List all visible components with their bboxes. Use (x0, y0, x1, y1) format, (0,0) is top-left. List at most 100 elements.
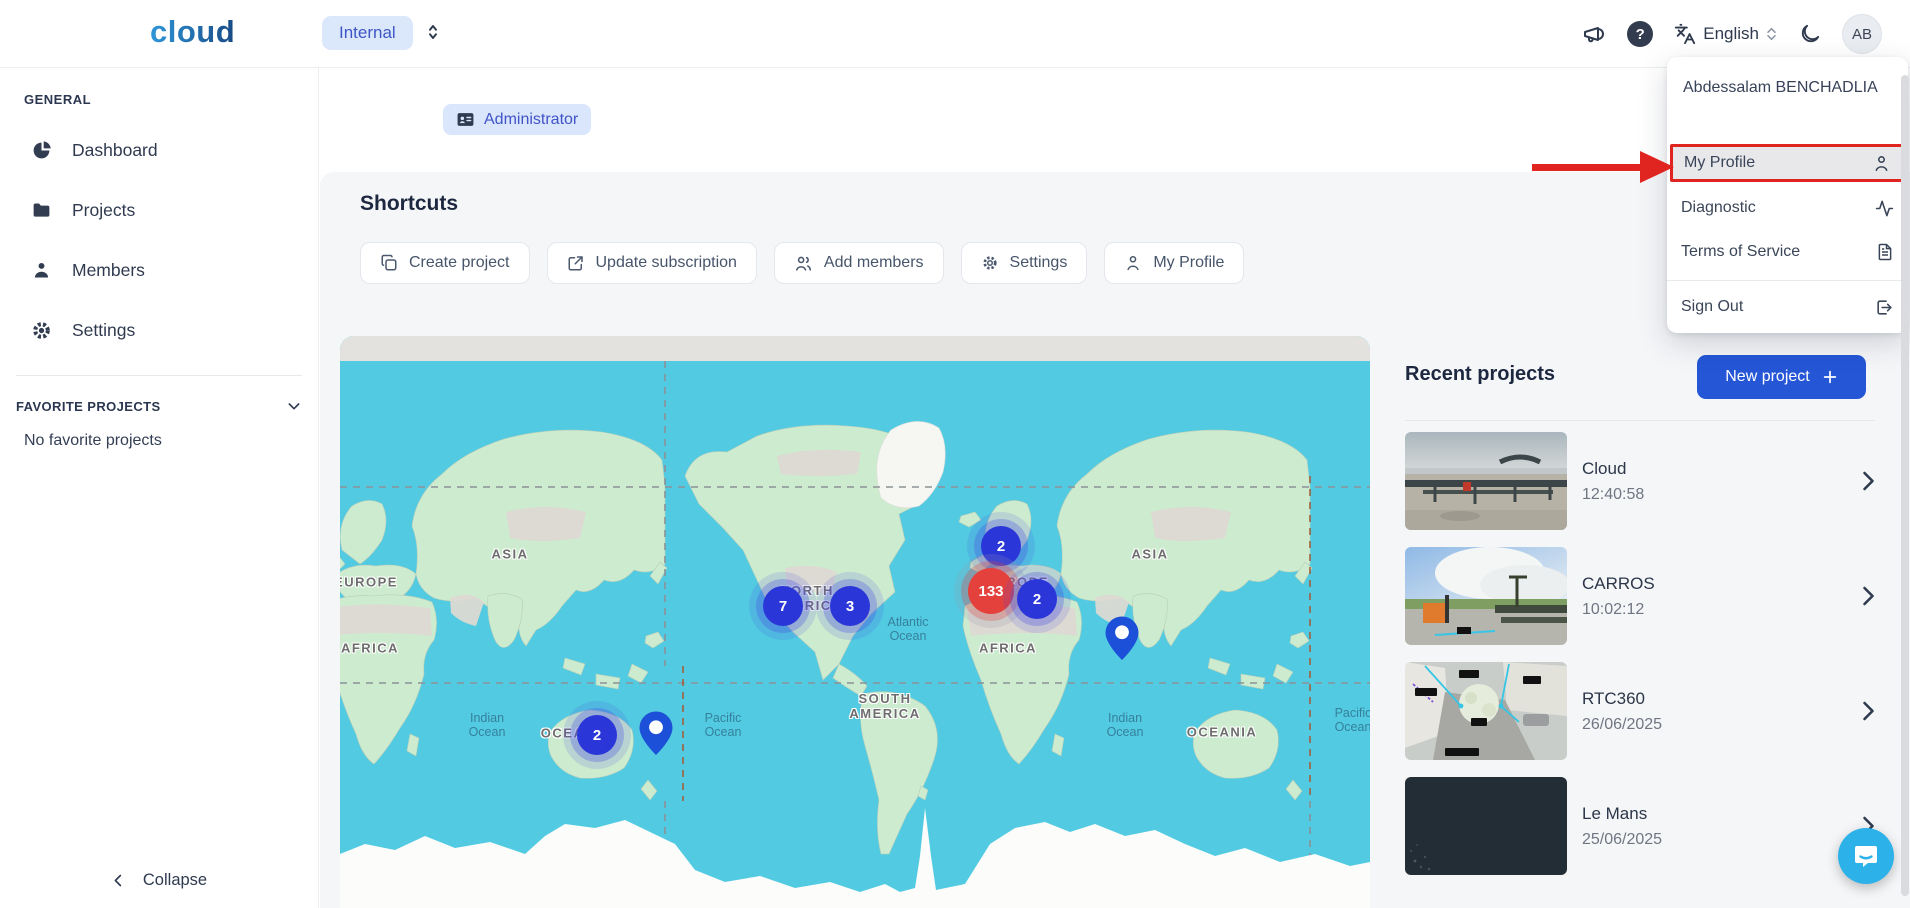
document-icon (1876, 243, 1894, 261)
sidebar-item-label: Projects (72, 200, 135, 221)
settings-button[interactable]: Settings (961, 242, 1088, 284)
menu-item-my-profile[interactable]: My Profile (1670, 144, 1905, 182)
menu-item-label: My Profile (1684, 154, 1755, 172)
users-icon (794, 254, 813, 273)
my-profile-button[interactable]: My Profile (1104, 242, 1244, 284)
app-logo[interactable]: cloud (150, 14, 235, 50)
project-subtitle: 12:40:58 (1582, 486, 1644, 504)
world-map[interactable]: EUROPE AFRICA ASIA Indian Ocean OCEANIA … (340, 336, 1370, 908)
favorites-empty-text: No favorite projects (24, 432, 162, 450)
project-title: RTC360 (1582, 689, 1662, 709)
sidebar-item-label: Dashboard (72, 140, 158, 161)
map-pin[interactable] (1104, 616, 1140, 662)
recent-projects-divider (1405, 420, 1875, 421)
menu-item-sign-out[interactable]: Sign Out (1667, 289, 1908, 325)
map-cluster[interactable]: 2 (981, 526, 1021, 566)
user-menu: Abdessalam BENCHADLIA My Profile Diagnos… (1667, 57, 1908, 333)
sidebar-item-settings[interactable]: Settings (0, 300, 318, 360)
role-badge: Administrator (443, 104, 591, 135)
menu-item-label: Sign Out (1681, 298, 1743, 316)
button-label: Update subscription (596, 254, 737, 272)
copy-icon (380, 254, 398, 272)
map-cluster[interactable]: 133 (968, 568, 1014, 614)
help-icon[interactable]: ? (1627, 21, 1653, 47)
external-link-icon (567, 254, 585, 272)
language-label: English (1703, 24, 1759, 44)
scrollbar[interactable] (1901, 75, 1909, 896)
translate-icon (1674, 23, 1696, 45)
collapse-sidebar-button[interactable]: Collapse (0, 871, 318, 890)
chevron-right-icon[interactable] (1862, 471, 1875, 491)
gear-icon (31, 320, 52, 341)
project-thumbnail (1405, 662, 1567, 760)
chevron-updown-icon (1766, 27, 1777, 41)
recent-projects-list: Cloud 12:40:58 CARROS 10:02:12 (1405, 432, 1875, 875)
project-title: Cloud (1582, 459, 1644, 479)
project-title: CARROS (1582, 574, 1655, 594)
recent-projects-title: Recent projects (1405, 363, 1555, 386)
person-icon (1872, 154, 1891, 173)
chat-widget-button[interactable] (1838, 828, 1894, 884)
map-cluster[interactable]: 2 (577, 715, 617, 755)
workspace-badge[interactable]: Internal (322, 16, 413, 50)
sidebar-section-favorites[interactable]: FAVORITE PROJECTS (16, 398, 302, 414)
activity-icon (1875, 199, 1894, 218)
gear-icon (981, 254, 999, 272)
shortcuts-title: Shortcuts (360, 192, 458, 216)
role-badge-label: Administrator (484, 111, 578, 129)
favorites-label: FAVORITE PROJECTS (16, 399, 161, 414)
project-subtitle: 10:02:12 (1582, 601, 1655, 619)
avatar[interactable]: AB (1842, 14, 1882, 54)
sidebar-item-label: Members (72, 260, 145, 281)
project-row-lemans[interactable]: Le Mans 25/06/2025 (1405, 777, 1875, 875)
collapse-label: Collapse (143, 871, 207, 890)
project-thumbnail (1405, 547, 1567, 645)
sign-out-icon (1875, 298, 1894, 317)
button-label: Create project (409, 254, 510, 272)
map-cluster[interactable]: 2 (1017, 579, 1057, 619)
project-thumbnail (1405, 432, 1567, 530)
sidebar-item-members[interactable]: Members (0, 240, 318, 300)
button-label: Settings (1010, 254, 1068, 272)
project-thumbnail (1405, 777, 1567, 875)
chevron-right-icon[interactable] (1862, 701, 1875, 721)
user-menu-name: Abdessalam BENCHADLIA (1667, 57, 1908, 116)
project-row-rtc360[interactable]: RTC360 26/06/2025 (1405, 662, 1875, 760)
map-pin[interactable] (638, 711, 674, 757)
sidebar-item-label: Settings (72, 320, 135, 341)
workspace-switcher-icon[interactable] (424, 23, 442, 41)
menu-item-terms[interactable]: Terms of Service (1667, 234, 1908, 270)
megaphone-icon[interactable] (1582, 22, 1606, 46)
map-cluster[interactable]: 7 (763, 586, 803, 626)
add-members-button[interactable]: Add members (774, 242, 944, 284)
pie-chart-icon (31, 140, 52, 161)
id-card-icon (456, 110, 475, 129)
map-attribution-bar (340, 336, 1370, 361)
sidebar-item-projects[interactable]: Projects (0, 180, 318, 240)
menu-divider (1667, 280, 1908, 281)
menu-item-diagnostic[interactable]: Diagnostic (1667, 190, 1908, 226)
folder-icon (31, 200, 52, 221)
chevron-down-icon (286, 398, 302, 414)
project-row-cloud[interactable]: Cloud 12:40:58 (1405, 432, 1875, 530)
chevron-left-icon (111, 873, 126, 888)
project-subtitle: 26/06/2025 (1582, 716, 1662, 734)
person-icon (31, 260, 52, 281)
moon-icon[interactable] (1798, 23, 1821, 46)
project-row-carros[interactable]: CARROS 10:02:12 (1405, 547, 1875, 645)
language-selector[interactable]: English (1674, 23, 1777, 45)
project-title: Le Mans (1582, 804, 1662, 824)
new-project-button[interactable]: New project (1697, 355, 1866, 399)
plus-icon (1822, 369, 1838, 385)
map-cluster[interactable]: 3 (830, 586, 870, 626)
sidebar-item-dashboard[interactable]: Dashboard (0, 120, 318, 180)
new-project-label: New project (1725, 368, 1809, 386)
update-subscription-button[interactable]: Update subscription (547, 242, 757, 284)
button-label: Add members (824, 254, 924, 272)
chevron-right-icon[interactable] (1862, 586, 1875, 606)
menu-item-label: Terms of Service (1681, 243, 1800, 261)
shortcuts-row: Create project Update subscription Add m… (360, 242, 1244, 284)
create-project-button[interactable]: Create project (360, 242, 530, 284)
sidebar-section-general: GENERAL (24, 92, 91, 107)
person-icon (1124, 254, 1142, 272)
